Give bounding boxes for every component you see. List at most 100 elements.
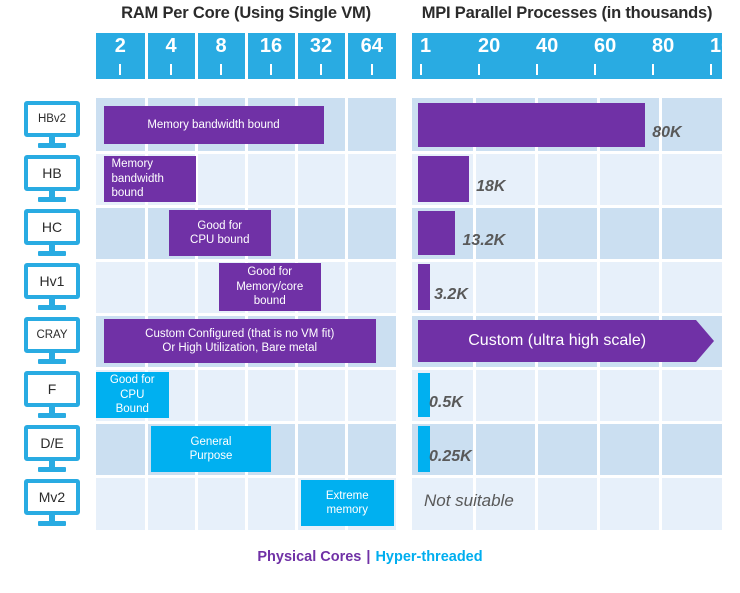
- right-axis-label-40: 40: [536, 35, 559, 57]
- right-axis-tick-1: [420, 64, 422, 75]
- right-axis-label-100: 100: [710, 35, 740, 57]
- right-bar-cray: Custom (ultra high scale): [418, 320, 715, 362]
- left-grid-hline: [96, 366, 396, 370]
- monitor-base: [38, 359, 66, 364]
- legend-physical-cores: Physical Cores: [257, 549, 362, 565]
- left-axis-label-32: 32: [309, 35, 333, 57]
- row-icon-hc: HC: [24, 209, 80, 257]
- right-value-label-hb: 18K: [476, 178, 506, 195]
- left-chart-title: RAM Per Core (Using Single VM): [121, 4, 371, 22]
- left-bar-hv1: Good for Memory/core bound: [218, 263, 321, 311]
- monitor-base: [38, 521, 66, 526]
- left-axis-tick-2: [119, 64, 122, 75]
- row-icon-hbv2: HBv2: [24, 101, 80, 149]
- left-bar-mv2: Extreme memory: [301, 480, 394, 526]
- left-grid-hline: [96, 150, 396, 154]
- left-axis-cell-4: 4: [147, 33, 195, 79]
- row-icon-d-e: D/E: [24, 425, 80, 473]
- left-axis-label-2: 2: [114, 35, 126, 57]
- right-chart-title: MPI Parallel Processes (in thousands): [421, 4, 713, 22]
- monitor-icon: CRAY: [24, 317, 80, 365]
- left-axis-cell-2: 2: [96, 33, 145, 79]
- left-axis-label-4: 4: [165, 35, 177, 57]
- left-grid-hline: [96, 258, 396, 262]
- left-bar-cray: Custom Configured (that is no VM fit) Or…: [103, 319, 376, 363]
- left-axis-cell-32: 32: [297, 33, 345, 79]
- monitor-base: [38, 197, 66, 202]
- monitor-base: [38, 251, 66, 256]
- left-axis-cell-64: 64: [347, 33, 396, 79]
- legend: Physical Cores | Hyper-threaded: [0, 549, 740, 565]
- left-axis-tick-32: [320, 64, 322, 75]
- right-axis-label-20: 20: [478, 35, 501, 57]
- row-label-hv1: Hv1: [24, 263, 80, 299]
- right-axis-tick-100: [710, 64, 712, 75]
- right-axis-tick-80: [652, 64, 654, 75]
- monitor-icon: Mv2: [24, 479, 80, 527]
- row-icon-cray: CRAY: [24, 317, 80, 365]
- right-bar-hb: [418, 156, 470, 202]
- row-label-cray: CRAY: [24, 317, 80, 353]
- monitor-icon: D/E: [24, 425, 80, 473]
- row-label-hc: HC: [24, 209, 80, 245]
- right-axis-tick-20: [478, 64, 480, 75]
- right-grid-row: [412, 206, 722, 260]
- right-bar-hbv2: [418, 103, 646, 147]
- row-icon-f: F: [24, 371, 80, 419]
- right-grid-hline: [412, 150, 722, 154]
- left-bar-d-e: General Purpose: [151, 426, 271, 472]
- row-label-f: F: [24, 371, 80, 407]
- left-bar-f: Good for CPU Bound: [96, 372, 169, 418]
- right-grid-hline: [412, 366, 722, 370]
- right-axis-header: 1 20 40 60 80 100: [412, 33, 740, 79]
- right-value-label-d-e: 0.25K: [429, 448, 472, 465]
- right-bar-hv1: [418, 264, 430, 310]
- monitor-base: [38, 413, 66, 418]
- left-bar-hbv2: Memory bandwidth bound: [103, 106, 324, 144]
- legend-separator: |: [366, 549, 371, 565]
- right-axis-tick-60: [594, 64, 596, 75]
- right-note-mv2: Not suitable: [424, 491, 514, 510]
- left-grid-hline: [96, 312, 396, 316]
- left-grid-hline: [96, 420, 396, 424]
- row-label-mv2: Mv2: [24, 479, 80, 515]
- infographic-root: RAM Per Core (Using Single VM) MPI Paral…: [0, 0, 740, 593]
- row-icon-hv1: Hv1: [24, 263, 80, 311]
- right-value-label-hbv2: 80K: [652, 124, 682, 141]
- right-grid-hline: [412, 312, 722, 316]
- monitor-icon: HBv2: [24, 101, 80, 149]
- right-grid-hline: [412, 204, 722, 208]
- right-grid-hline: [412, 258, 722, 262]
- left-axis-cell-8: 8: [197, 33, 245, 79]
- row-label-d-e: D/E: [24, 425, 80, 461]
- left-axis-tick-64: [370, 64, 373, 75]
- left-axis-tick-16: [270, 64, 272, 75]
- left-axis-tick-8: [220, 64, 222, 75]
- right-axis-label-60: 60: [594, 35, 617, 57]
- row-icon-hb: HB: [24, 155, 80, 203]
- left-grid-hline: [96, 474, 396, 478]
- monitor-icon: HC: [24, 209, 80, 257]
- row-label-hb: HB: [24, 155, 80, 191]
- left-grid-hline: [96, 204, 396, 208]
- right-axis-label-80: 80: [652, 35, 675, 57]
- right-value-label-f: 0.5K: [429, 394, 463, 411]
- legend-hyper-threaded: Hyper-threaded: [375, 549, 483, 565]
- right-axis-label-1: 1: [420, 35, 432, 57]
- monitor-icon: HB: [24, 155, 80, 203]
- right-axis-tick-40: [536, 64, 538, 75]
- right-grid-hline: [412, 420, 722, 424]
- left-bar-hb: Memory bandwidth bound: [103, 156, 196, 202]
- left-bar-hc: Good for CPU bound: [168, 210, 271, 256]
- monitor-icon: F: [24, 371, 80, 419]
- monitor-base: [38, 305, 66, 310]
- monitor-icon: Hv1: [24, 263, 80, 311]
- left-axis-label-64: 64: [360, 35, 383, 57]
- right-grid-hline: [412, 474, 722, 478]
- left-axis-label-16: 16: [259, 35, 283, 57]
- left-axis-label-8: 8: [215, 35, 227, 57]
- right-value-label-hc: 13.2K: [462, 232, 506, 249]
- row-label-hbv2: HBv2: [24, 101, 80, 137]
- right-value-label-hv1: 3.2K: [434, 286, 468, 303]
- monitor-base: [38, 467, 66, 472]
